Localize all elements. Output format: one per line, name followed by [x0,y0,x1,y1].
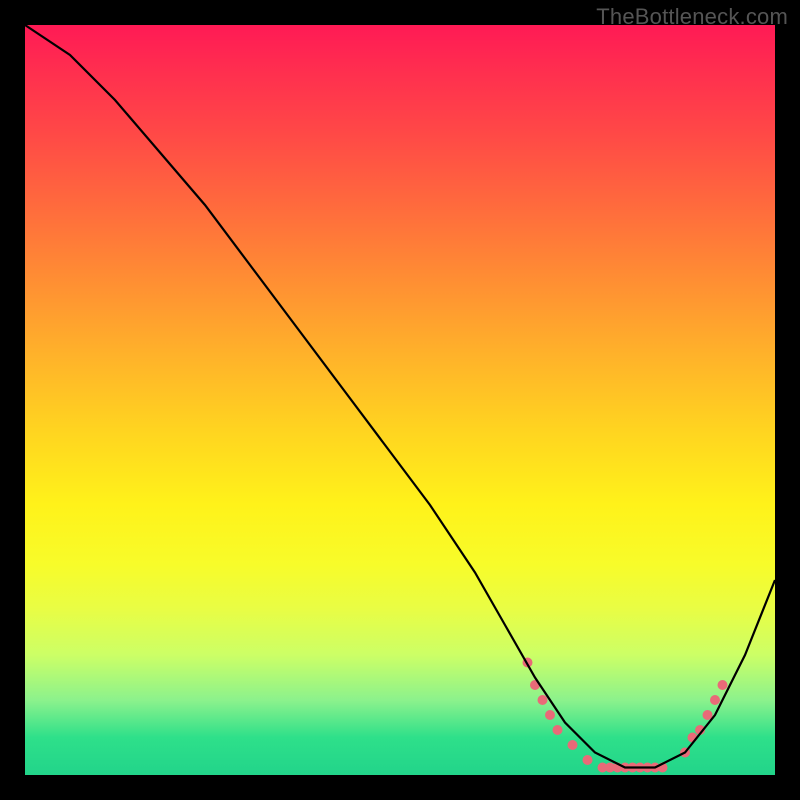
plot-area [25,25,775,775]
marker-dot [545,710,555,720]
watermark-text: TheBottleneck.com [596,4,788,30]
line-svg [25,25,775,775]
chart-frame: TheBottleneck.com [0,0,800,800]
marker-dot [583,755,593,765]
markers-group [523,658,728,773]
marker-dot [538,695,548,705]
marker-dot [553,725,563,735]
marker-dot [568,740,578,750]
marker-dot [718,680,728,690]
series-line [25,25,775,768]
marker-dot [710,695,720,705]
